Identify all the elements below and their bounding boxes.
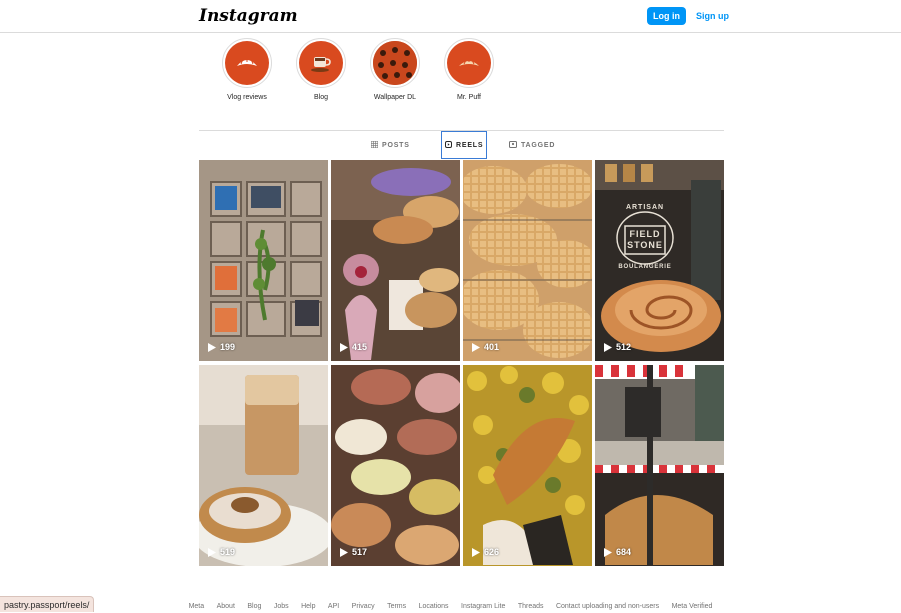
reel-thumbnail <box>595 365 724 566</box>
reel-thumbnail <box>463 365 592 566</box>
play-icon <box>604 547 612 557</box>
views-counter: 626 <box>472 547 499 557</box>
tab-posts[interactable]: POSTS <box>370 131 410 159</box>
play-icon <box>208 342 216 352</box>
play-icon <box>208 547 216 557</box>
reel-thumbnail <box>331 365 460 566</box>
footer-links: Meta About Blog Jobs Help API Privacy Te… <box>0 595 901 613</box>
highlight-label: Blog <box>313 94 328 101</box>
grid-icon <box>370 140 379 150</box>
sign-text: FIELD <box>629 229 661 239</box>
tab-label: REELS <box>456 141 484 149</box>
croissant-icon <box>447 41 491 85</box>
highlight-ring <box>296 38 346 88</box>
views-counter: 519 <box>208 547 235 557</box>
tab-reels[interactable]: REELS <box>441 131 488 159</box>
highlight-wallpaper-dl[interactable]: Wallpaper DL <box>360 38 430 101</box>
views-count: 415 <box>352 342 368 352</box>
sign-text: ARTISAN <box>625 204 665 211</box>
reel-tile[interactable]: 684 <box>595 365 724 566</box>
views-count: 684 <box>616 547 632 557</box>
views-count: 626 <box>484 547 500 557</box>
reel-tile[interactable]: 199 <box>199 160 328 361</box>
highlight-blog[interactable]: Blog <box>286 38 356 101</box>
views-counter: 415 <box>340 342 367 352</box>
footer-link-blog[interactable]: Blog <box>247 603 261 610</box>
views-counter: 401 <box>472 342 499 352</box>
play-icon <box>472 547 480 557</box>
reel-thumbnail <box>463 160 592 361</box>
footer-link-privacy[interactable]: Privacy <box>352 603 375 610</box>
highlight-mr-puff[interactable]: Mr. Puff <box>434 38 504 101</box>
highlight-ring <box>222 38 272 88</box>
views-count: 512 <box>616 342 632 352</box>
views-count: 519 <box>220 547 236 557</box>
reels-icon <box>445 140 452 150</box>
top-navigation-bar: Instagram Log in Sign up <box>0 0 901 33</box>
tab-label: POSTS <box>382 141 410 149</box>
footer-link-api[interactable]: API <box>328 603 339 610</box>
footer-link-terms[interactable]: Terms <box>387 603 406 610</box>
storefront-sign: ARTISAN FIELD STONE BOULANGERIE <box>595 160 724 361</box>
views-counter: 684 <box>604 547 631 557</box>
signup-link[interactable]: Sign up <box>696 11 729 21</box>
highlight-ring <box>370 38 420 88</box>
footer-link-threads[interactable]: Threads <box>518 603 544 610</box>
tagged-icon <box>509 140 517 150</box>
reel-tile[interactable]: 415 <box>331 160 460 361</box>
views-counter: 512 <box>604 342 631 352</box>
views-count: 199 <box>220 342 236 352</box>
footer-link-meta-verified[interactable]: Meta Verified <box>672 603 713 610</box>
views-counter: 517 <box>340 547 367 557</box>
story-highlights: Vlog reviews Blog Wallpaper DL Mr. Puff <box>0 38 901 108</box>
play-icon <box>604 342 612 352</box>
footer-link-contact-uploading[interactable]: Contact uploading and non-users <box>556 603 659 610</box>
views-count: 517 <box>352 547 368 557</box>
sign-text: BOULANGERIE <box>618 264 672 270</box>
login-button[interactable]: Log in <box>647 7 686 25</box>
views-count: 401 <box>484 342 500 352</box>
footer-link-about[interactable]: About <box>217 603 235 610</box>
reel-thumbnail <box>331 160 460 361</box>
play-icon <box>340 342 348 352</box>
coffee-cup-icon <box>299 41 343 85</box>
reel-thumbnail <box>199 160 328 361</box>
footer-link-instagram-lite[interactable]: Instagram Lite <box>461 603 505 610</box>
play-icon <box>472 342 480 352</box>
tab-tagged[interactable]: TAGGED <box>509 131 555 159</box>
pattern-icon <box>373 41 417 85</box>
highlight-ring <box>444 38 494 88</box>
status-url-tooltip: pastry.passport/reels/ <box>0 596 95 612</box>
reel-thumbnail <box>199 365 328 566</box>
footer-link-help[interactable]: Help <box>301 603 315 610</box>
reel-tile[interactable]: 517 <box>331 365 460 566</box>
reel-tile[interactable]: 626 <box>463 365 592 566</box>
profile-tabs: POSTS REELS TAGGED <box>199 131 724 159</box>
highlight-label: Mr. Puff <box>457 94 481 101</box>
footer-link-jobs[interactable]: Jobs <box>274 603 289 610</box>
views-counter: 199 <box>208 342 235 352</box>
footer-link-locations[interactable]: Locations <box>419 603 449 610</box>
footer-link-meta[interactable]: Meta <box>189 603 205 610</box>
instagram-logo[interactable]: Instagram <box>199 6 298 26</box>
highlight-label: Vlog reviews <box>227 94 267 101</box>
reel-tile[interactable]: 401 <box>463 160 592 361</box>
reel-tile[interactable]: ARTISAN FIELD STONE BOULANGERIE 512 <box>595 160 724 361</box>
highlight-vlog-reviews[interactable]: Vlog reviews <box>212 38 282 101</box>
reels-grid: 199 415 401 ARTISAN FIELD STONE BOULANGE… <box>199 160 724 566</box>
reel-tile[interactable]: 519 <box>199 365 328 566</box>
croissant-icon <box>225 41 269 85</box>
tab-label: TAGGED <box>521 141 556 149</box>
sign-text: STONE <box>627 240 663 250</box>
highlight-label: Wallpaper DL <box>373 94 417 101</box>
play-icon <box>340 547 348 557</box>
